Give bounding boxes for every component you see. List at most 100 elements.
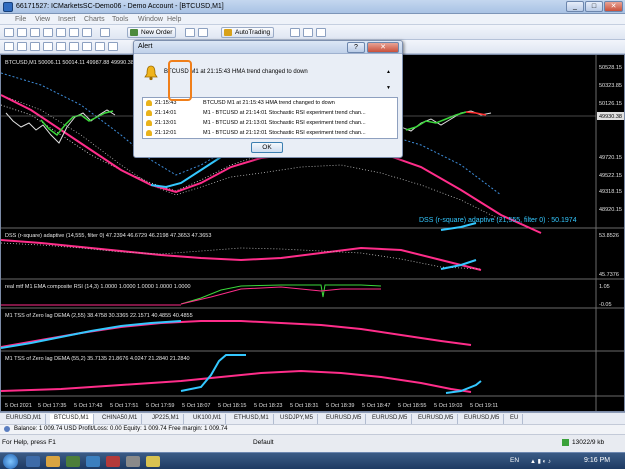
tab-eurusd-m1[interactable]: EURUSD,M1 (2, 414, 47, 424)
hma-red-right (465, 111, 487, 116)
alert-row[interactable]: 21:12:01 M1 - BTCUSD at 21:12:01 Stochas… (143, 128, 397, 138)
cyan-trend-line-right (440, 222, 477, 231)
alert-row[interactable]: 21:14:01 M1 - BTCUSD at 21:14:01 Stochas… (143, 108, 397, 118)
arrow-tool-icon[interactable] (108, 42, 118, 51)
price-label: 49318.15 (599, 189, 622, 195)
sub2-scale-bottom: -0.05 (599, 302, 612, 308)
maximize-button[interactable]: □ (585, 1, 603, 12)
bell-icon (146, 130, 152, 136)
tab-eurusd-m5[interactable]: EURUSD,M5 (322, 414, 367, 424)
tab-china50-m1[interactable]: CHINA50,M1 (98, 414, 143, 424)
rsi-pink-line (180, 286, 381, 305)
taskbar-app-icon[interactable] (86, 456, 100, 467)
tab-eu[interactable]: EU (506, 414, 524, 424)
tss2-pink-line (1, 369, 472, 393)
clock[interactable]: 9:16 PM (584, 457, 610, 464)
navigator-icon[interactable] (56, 28, 66, 37)
profiles-icon[interactable] (17, 28, 27, 37)
app-icon (3, 2, 13, 12)
horizontal-line-icon[interactable] (43, 42, 53, 51)
scroll-down-icon[interactable]: ▼ (386, 85, 391, 91)
taskbar-app-icon[interactable] (66, 456, 80, 467)
price-label-current: 49930.38 (599, 114, 622, 120)
menu-tools[interactable]: Tools (112, 16, 128, 23)
bell-icon (144, 65, 158, 81)
price-label: 49720.15 (599, 155, 622, 161)
taskbar-explorer-icon[interactable] (46, 456, 60, 467)
autotrading-button[interactable]: AutoTrading (221, 27, 275, 38)
trendline-icon[interactable] (56, 42, 66, 51)
taskbar-ie-icon[interactable] (26, 456, 40, 467)
taskbar-app-icon[interactable] (106, 456, 120, 467)
time-label: 5 Oct 18:07 (182, 403, 210, 409)
menu-help[interactable]: Help (167, 16, 181, 23)
alert-row-message: M1 - BTCUSD at 21:14:01 Stochastic RSI e… (203, 110, 366, 116)
taskbar-app-icon[interactable] (126, 456, 140, 467)
menu-insert[interactable]: Insert (58, 16, 76, 23)
start-button[interactable] (3, 454, 18, 469)
market-watch-icon[interactable] (30, 28, 40, 37)
strategy-tester-icon[interactable] (82, 28, 92, 37)
zoom-icon[interactable] (185, 28, 195, 37)
language-indicator[interactable]: EN (510, 457, 519, 464)
vertical-line-icon[interactable] (30, 42, 40, 51)
tab-jp225-m1[interactable]: JP225,M1 (148, 414, 185, 424)
channel-icon[interactable] (69, 42, 79, 51)
time-label: 5 Oct 18:23 (254, 403, 282, 409)
crosshair-icon[interactable] (17, 42, 27, 51)
terminal-icon[interactable] (69, 28, 79, 37)
tile-icon[interactable] (198, 28, 208, 37)
rsi-green-line (180, 284, 382, 305)
tab-eurusd-m5[interactable]: EURUSD,M5 (414, 414, 459, 424)
cursor-icon[interactable] (4, 42, 14, 51)
alert-help-button[interactable]: ? (347, 42, 365, 53)
alert-row[interactable]: 21:13:01 M1 - BTCUSD at 21:13:01 Stochas… (143, 118, 397, 128)
text-tool-icon[interactable] (95, 42, 105, 51)
status-bar: For Help, press F1 Default 13022/9 kb (0, 434, 625, 452)
tab-ethusd-m1[interactable]: ETHUSD,M1 (230, 414, 274, 424)
menu-window[interactable]: Window (138, 16, 163, 23)
close-button[interactable]: ✕ (604, 1, 623, 12)
menu-file[interactable]: File (15, 16, 26, 23)
sub1-label: DSS (r-square) adaptive (14,555, filter … (5, 233, 211, 239)
tab-eurusd-m5[interactable]: EURUSD,M5 (368, 414, 413, 424)
bell-icon (146, 120, 152, 126)
terminal-status: Balance: 1 009.74 USD Profit/Loss: 0.00 … (0, 424, 625, 434)
alert-history-list[interactable]: 21:15:43 BTCUSD M1 at 21:15:43 HMA trend… (142, 97, 398, 139)
time-label: 5 Oct 18:31 (290, 403, 318, 409)
new-order-button[interactable]: New Order (127, 27, 177, 38)
menu-view[interactable]: View (35, 16, 50, 23)
alert-row-message: M1 - BTCUSD at 21:13:01 Stochastic RSI e… (203, 120, 366, 126)
metaeditor-icon[interactable] (100, 28, 110, 37)
data-window-icon[interactable] (43, 28, 53, 37)
candles-icon[interactable] (303, 28, 313, 37)
bar-chart-icon[interactable] (290, 28, 300, 37)
sub2-scale-top: 1.05 (599, 284, 610, 290)
new-chart-icon[interactable] (4, 28, 14, 37)
price-label: 50126.15 (599, 101, 622, 107)
tss2-cyan-line (180, 354, 246, 392)
help-text: For Help, press F1 (2, 439, 56, 446)
scroll-up-icon[interactable]: ▲ (386, 69, 391, 75)
main-toolbar: New Order AutoTrading (0, 25, 625, 40)
minimize-button[interactable]: _ (566, 1, 584, 12)
menu-charts[interactable]: Charts (84, 16, 105, 23)
tray-icons[interactable]: ▲ ▮ ◐ ♪ (530, 458, 551, 465)
ok-button[interactable]: OK (251, 142, 283, 153)
tab-eurusd-m5[interactable]: EURUSD,M5 (460, 414, 505, 424)
taskbar-app-icon[interactable] (146, 456, 160, 467)
tab-uk100-m1[interactable]: UK100,M1 (189, 414, 227, 424)
tab-btcusd-m1[interactable]: BTCUSD,M1 (50, 414, 94, 424)
price-label: 48920.15 (599, 207, 622, 213)
line-chart-icon[interactable] (316, 28, 326, 37)
tab-usdjpy-m5[interactable]: USDJPY,M5 (276, 414, 318, 424)
time-label: 5 Oct 18:15 (218, 403, 246, 409)
alert-row-time: 21:13:01 (155, 120, 177, 126)
fibo-icon[interactable] (82, 42, 92, 51)
hma-green-right (405, 111, 467, 131)
time-label: 5 Oct 18:47 (362, 403, 390, 409)
time-label: 5 Oct 17:51 (110, 403, 138, 409)
price-bars-left (5, 109, 116, 144)
window-title: 66171527: ICMarketsSC-Demo06 - Demo Acco… (16, 3, 224, 10)
alert-close-button[interactable]: ✕ (367, 42, 399, 53)
